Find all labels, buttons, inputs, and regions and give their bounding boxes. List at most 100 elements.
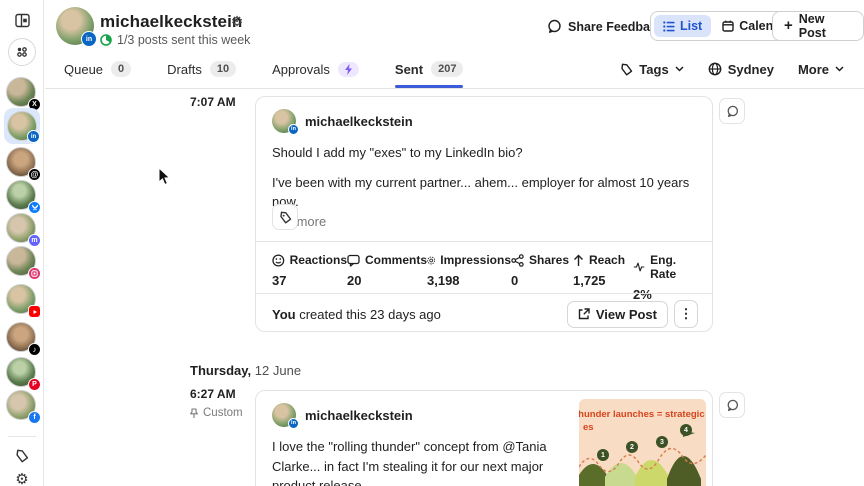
filter-toolbar: Tags Sydney More xyxy=(620,52,844,86)
tab-queue[interactable]: Queue 0 xyxy=(64,52,132,86)
channel-avatar-pinterest[interactable]: P xyxy=(6,357,41,391)
tags-filter-label: Tags xyxy=(639,61,669,77)
progress-clock-icon xyxy=(100,34,112,46)
tab-label: Queue xyxy=(64,61,104,77)
tiktok-icon: ♪ xyxy=(28,343,41,356)
new-post-label: New Post xyxy=(798,12,826,40)
tab-bar: Queue 0 Drafts 10 Approvals Sent 207 xyxy=(64,52,464,88)
more-dropdown[interactable]: More xyxy=(798,62,844,77)
pinterest-icon: P xyxy=(28,378,41,391)
author-avatar: in xyxy=(272,403,299,429)
linkedin-icon: in xyxy=(288,418,299,429)
stat-label: Impressions xyxy=(440,253,511,267)
impressions-icon xyxy=(427,256,436,264)
comment-bubble-icon xyxy=(727,105,738,117)
channel-avatar-facebook[interactable]: f xyxy=(6,390,41,424)
feedback-bubble-icon xyxy=(548,19,561,33)
mastodon-icon: m xyxy=(28,234,41,247)
card-divider xyxy=(256,241,712,242)
post-body-text: Should I add my "exes" to my LinkedIn bi… xyxy=(272,143,698,231)
view-post-button[interactable]: View Post xyxy=(566,300,668,328)
tags-sidebar-icon[interactable] xyxy=(13,447,31,465)
share-feedback-button[interactable]: Share Feedback xyxy=(547,19,664,34)
post-card: in michaelkeckstein Should I add my "exe… xyxy=(255,96,713,332)
linkedin-icon: in xyxy=(27,130,40,143)
collapse-sidebar-icon[interactable] xyxy=(13,11,31,29)
threads-icon: @ xyxy=(28,168,41,181)
facebook-icon: f xyxy=(28,411,41,424)
stat-label: Comments xyxy=(364,253,427,267)
timezone-label: Sydney xyxy=(727,61,774,77)
tab-approvals[interactable]: Approvals xyxy=(272,52,359,86)
tag-icon xyxy=(621,63,633,75)
thumbnail-marker: 4 xyxy=(680,424,692,436)
post-image-thumbnail[interactable]: thunder launches = strategic sto es 1 2 … xyxy=(579,399,706,486)
stat-value: 20 xyxy=(347,273,362,288)
youtube-icon xyxy=(28,305,41,318)
tab-count-badge: 0 xyxy=(111,61,132,77)
created-info: You created this 23 days ago xyxy=(272,307,441,322)
post-comment-bubble-button[interactable] xyxy=(719,98,745,124)
reactions-smiley-icon xyxy=(272,254,285,266)
channel-avatar-instagram[interactable] xyxy=(6,246,41,280)
stat-impressions: Impressions 3,198 xyxy=(427,253,511,302)
all-channels-button[interactable] xyxy=(8,38,36,66)
see-more-link[interactable]: see more xyxy=(272,212,698,232)
mouse-cursor xyxy=(158,168,171,186)
channel-avatar-threads[interactable]: @ xyxy=(6,147,41,181)
reach-arrow-icon xyxy=(574,254,583,266)
stat-shares: Shares 0 xyxy=(511,253,573,302)
post-paragraph: I love the "rolling thunder" concept fro… xyxy=(272,439,547,486)
channel-avatar-tiktok[interactable]: ♪ xyxy=(6,322,41,356)
thumbnail-text-line1: thunder launches = strategic sto xyxy=(579,409,706,420)
stat-comments: Comments 20 xyxy=(347,253,427,302)
tab-sent[interactable]: Sent 207 xyxy=(394,52,464,88)
date-value: 12 June xyxy=(254,363,302,378)
channel-avatar-youtube[interactable] xyxy=(6,284,41,318)
channel-avatar-mastodon[interactable]: m xyxy=(6,213,41,247)
post-analytics-row: Reactions 37 Comments 20 Impressions 3,1… xyxy=(272,253,698,302)
channel-settings-gear-icon[interactable]: ⚙ xyxy=(228,12,246,30)
app-window: X in @ m ♪ P f ⚙ in michaelkeckstein ⚙ 1… xyxy=(0,0,864,486)
new-post-button[interactable]: + New Post xyxy=(772,11,864,41)
author-name: michaelkeckstein xyxy=(305,113,413,129)
calendar-icon xyxy=(722,20,734,32)
weekly-status-text: 1/3 posts sent this week xyxy=(117,33,251,47)
card-footer: You created this 23 days ago View Post ⋮ xyxy=(272,300,698,328)
channel-avatar-x[interactable]: X xyxy=(6,77,41,111)
post-comment-bubble-button[interactable] xyxy=(719,392,745,418)
thumbnail-marker: 2 xyxy=(626,441,638,453)
channel-avatar-bluesky[interactable] xyxy=(6,180,41,214)
linkedin-icon: in xyxy=(81,31,97,47)
tab-drafts[interactable]: Drafts 10 xyxy=(167,52,237,86)
shares-icon xyxy=(511,253,524,267)
add-tag-button[interactable] xyxy=(272,204,298,230)
stat-value: 3,198 xyxy=(427,273,460,288)
stat-label: Eng. Rate xyxy=(650,253,677,281)
date-header: Thursday, 12 June xyxy=(190,363,301,378)
tag-icon xyxy=(279,211,291,223)
sidebar-divider xyxy=(8,436,36,437)
weekly-goal-status: 1/3 posts sent this week xyxy=(100,33,250,47)
schedule-type: Custom xyxy=(189,407,243,419)
page-title: michaelkeckstein xyxy=(100,12,243,31)
post-author: in michaelkeckstein xyxy=(272,403,413,429)
timezone-selector[interactable]: Sydney xyxy=(708,62,774,77)
view-post-label: View Post xyxy=(595,306,657,322)
channel-avatar-linkedin-selected[interactable]: in xyxy=(4,108,40,144)
tab-count-badge: 10 xyxy=(209,61,237,77)
author-avatar: in xyxy=(272,109,299,135)
globe-icon xyxy=(708,62,722,76)
list-view-button[interactable]: List xyxy=(654,15,712,37)
list-icon xyxy=(663,20,675,32)
bolt-icon xyxy=(337,61,359,77)
tags-filter-dropdown[interactable]: Tags xyxy=(620,61,684,77)
channel-sidebar: X in @ m ♪ P f ⚙ xyxy=(0,0,44,486)
stat-reactions: Reactions 37 xyxy=(272,253,347,302)
thumbnail-marker: 3 xyxy=(656,436,668,448)
settings-gear-icon[interactable]: ⚙ xyxy=(13,470,31,486)
bluesky-icon xyxy=(28,201,41,214)
post-options-kebab-button[interactable]: ⋮ xyxy=(674,300,698,328)
creator-name: You xyxy=(272,306,296,322)
engagement-pulse-icon xyxy=(633,262,645,272)
